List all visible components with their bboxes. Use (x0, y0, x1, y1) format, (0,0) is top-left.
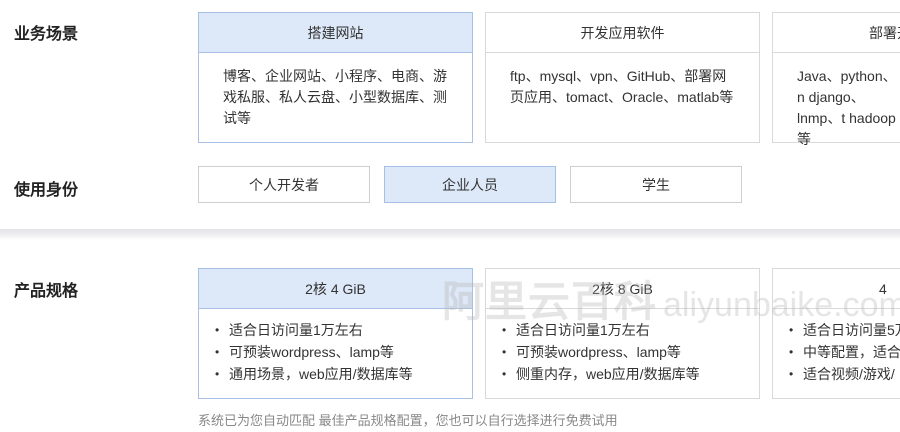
spec-feature: 适合视频/游戏/ (789, 363, 900, 385)
identity-label: 使用身份 (14, 182, 79, 199)
scenario-label: 业务场景 (14, 26, 79, 43)
identity-option-individual[interactable]: 个人开发者 (198, 166, 370, 203)
spec-feature-list: 适合日访问量1万左右 可预装wordpress、lamp等 侧重内存，web应用… (486, 309, 759, 385)
scenario-card-title: 部署开 (773, 13, 900, 53)
spec-feature: 侧重内存，web应用/数据库等 (502, 363, 759, 385)
spec-feature: 适合日访问量1万左右 (215, 319, 472, 341)
spec-feature: 可预装wordpress、lamp等 (502, 341, 759, 363)
spec-card-2c8g[interactable]: 2核 8 GiB 适合日访问量1万左右 可预装wordpress、lamp等 侧… (485, 268, 760, 399)
identity-option-enterprise[interactable]: 企业人员 (384, 166, 556, 203)
spec-hint-text: 系统已为您自动匹配 最佳产品规格配置，您也可以自行选择进行免费试用 (198, 413, 618, 428)
scenario-card-desc: Java、python、n django、lnmp、t hadoop等 (797, 68, 897, 147)
spec-feature: 可预装wordpress、lamp等 (215, 341, 472, 363)
scenario-card-deploy[interactable]: 部署开 Java、python、n django、lnmp、t hadoop等 (772, 12, 900, 147)
scenario-card-desc: ftp、mysql、vpn、GitHub、部署网页应用、tomact、Oracl… (510, 68, 734, 105)
spec-card-2c4g[interactable]: 2核 4 GiB 适合日访问量1万左右 可预装wordpress、lamp等 通… (198, 268, 473, 399)
scenario-card-desc: 博客、企业网站、小程序、电商、游戏私服、私人云盘、小型数据库、测试等 (223, 68, 447, 126)
spec-feature: 通用场景，web应用/数据库等 (215, 363, 472, 385)
spec-card-4c[interactable]: 4 适合日访问量5万 中等配置，适合 适合视频/游戏/ (772, 268, 900, 399)
spec-feature-list: 适合日访问量1万左右 可预装wordpress、lamp等 通用场景，web应用… (199, 309, 472, 385)
spec-feature-list: 适合日访问量5万 中等配置，适合 适合视频/游戏/ (773, 309, 900, 385)
spec-card-title: 4 (773, 269, 900, 309)
spec-feature: 适合日访问量1万左右 (502, 319, 759, 341)
section-divider (0, 229, 900, 240)
spec-feature: 中等配置，适合 (789, 341, 900, 363)
scenario-card-title: 开发应用软件 (486, 13, 759, 53)
scenario-card-title: 搭建网站 (199, 13, 472, 53)
spec-card-title: 2核 8 GiB (486, 269, 759, 309)
identity-option-student[interactable]: 学生 (570, 166, 742, 203)
scenario-card-website[interactable]: 搭建网站 博客、企业网站、小程序、电商、游戏私服、私人云盘、小型数据库、测试等 (198, 12, 473, 143)
spec-feature: 适合日访问量5万 (789, 319, 900, 341)
scenario-card-app-dev[interactable]: 开发应用软件 ftp、mysql、vpn、GitHub、部署网页应用、tomac… (485, 12, 760, 143)
spec-card-title: 2核 4 GiB (199, 269, 472, 309)
spec-label: 产品规格 (14, 283, 79, 300)
